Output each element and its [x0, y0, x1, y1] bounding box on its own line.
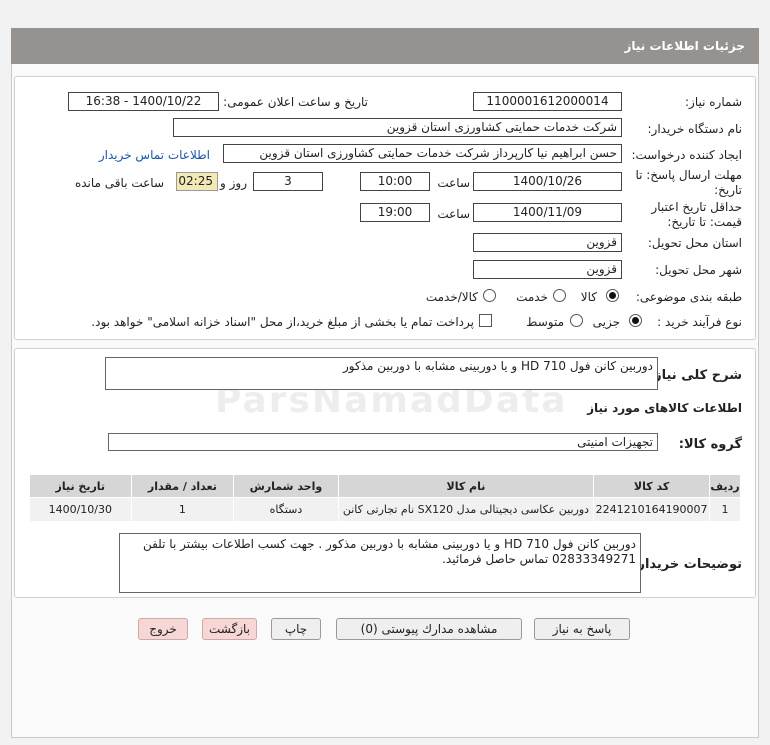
buyer-notes-field: دوربين كانن فول HD 710 و يا دوربينی مشاب… [119, 533, 641, 593]
city-label: شهر محل تحويل: [655, 263, 742, 277]
province-label: استان محل تحويل: [647, 236, 742, 250]
process-radio-medium[interactable] [570, 314, 583, 327]
cell-code: 2241210164190007 [593, 497, 711, 522]
category-radio-goods-service[interactable] [483, 289, 496, 302]
goods-table: رديف كد كالا نام كالا واحد شمارش تعداد /… [29, 474, 741, 522]
back-button[interactable]: بازگشت [202, 618, 257, 640]
deadline-date-field: 1400/10/26 [473, 172, 622, 191]
category-option-goods-service: كالا/خدمت [425, 290, 478, 304]
buyer-label: نام دستگاه خريدار: [647, 122, 743, 136]
exit-button[interactable]: خروج [138, 618, 188, 640]
city-field: قزوين [473, 260, 622, 279]
col-code-header: كد كالا [593, 474, 711, 498]
remaining-time-field: 17:02:25 [176, 172, 218, 191]
cell-date: 1400/10/30 [29, 497, 132, 522]
days-field: 3 [253, 172, 323, 191]
attachments-button[interactable]: مشاهده مدارك پيوستی (0) [336, 618, 522, 640]
process-label: نوع فرآيند خريد : [657, 315, 742, 329]
cell-unit: دستگاه [233, 497, 339, 522]
deadline-label: مهلت ارسال پاسخ: تا تاريخ: [635, 168, 742, 198]
col-date-header: تاريخ نياز [29, 474, 132, 498]
deadline-time-field: 10:00 [360, 172, 430, 191]
buyer-field: شركت خدمات حمايتی كشاورزی استان قزوين [173, 118, 622, 137]
validity-label-line1: حداقل تاريخ اعتبار [651, 200, 742, 214]
contact-buyer-link[interactable]: اطلاعات تماس خريدار [99, 148, 210, 162]
deadline-label-line2: تاريخ: [714, 183, 742, 197]
table-row: 1 2241210164190007 دوربين عكاسی ديجيتالی… [29, 497, 741, 522]
days-label: روز و [220, 176, 247, 190]
category-radio-service[interactable] [553, 289, 566, 302]
col-qty-header: تعداد / مقدار [130, 474, 235, 498]
need-number-field: 1100001612000014 [473, 92, 622, 111]
announce-label: تاريخ و ساعت اعلان عمومی: [223, 95, 368, 109]
summary-field: دوربين كانن فول HD 710 و يا دوربينی مشاب… [105, 357, 658, 390]
need-number-label: شماره نياز: [685, 95, 742, 109]
buyer-notes-label: توضيحات خريدار: [632, 557, 742, 572]
payment-note: پرداخت تمام يا بخشی از مبلغ خريد،از محل … [91, 315, 474, 329]
goods-section-title: اطلاعات كالاهای مورد نياز [587, 401, 742, 415]
validity-label-line2: قيمت: تا تاريخ: [667, 215, 742, 229]
announce-field: 1400/10/22 - 16:38 [68, 92, 219, 111]
process-option-minor: جزيی [592, 315, 620, 329]
print-button[interactable]: چاپ [271, 618, 321, 640]
creator-label: ايجاد كننده درخواست: [631, 148, 742, 162]
reply-button[interactable]: پاسخ به نياز [534, 618, 630, 640]
category-option-service: خدمت [516, 290, 548, 304]
category-option-goods: كالا [580, 290, 597, 304]
creator-field: حسن ابراهيم نيا كارپرداز شركت خدمات حماي… [223, 144, 622, 163]
cell-qty: 1 [130, 497, 235, 522]
page-title: جزئيات اطلاعات نياز [11, 28, 759, 64]
goods-group-field: تجهيزات امنيتی [108, 433, 658, 451]
deadline-label-line1: مهلت ارسال پاسخ: تا [635, 168, 742, 182]
cell-name: دوربين عكاسی ديجيتالی مدل SX120 نام تجار… [337, 497, 595, 522]
validity-hour-label: ساعت [437, 207, 470, 221]
col-row-header: رديف [709, 474, 741, 498]
province-field: قزوين [473, 233, 622, 252]
deadline-hour-label: ساعت [437, 176, 470, 190]
table-header-row: رديف كد كالا نام كالا واحد شمارش تعداد /… [29, 474, 741, 498]
cell-row: 1 [709, 497, 741, 522]
summary-label: شرح كلی نياز: [648, 368, 742, 383]
col-name-header: نام كالا [337, 474, 595, 498]
process-radio-minor[interactable] [629, 314, 642, 327]
remaining-label: ساعت باقی مانده [74, 176, 164, 190]
category-radio-goods[interactable] [606, 289, 619, 302]
validity-date-field: 1400/11/09 [473, 203, 622, 222]
process-option-medium: متوسط [526, 315, 564, 329]
validity-time-field: 19:00 [360, 203, 430, 222]
validity-label: حداقل تاريخ اعتبار قيمت: تا تاريخ: [651, 200, 742, 230]
col-unit-header: واحد شمارش [233, 474, 339, 498]
goods-group-label: گروه كالا: [678, 437, 742, 452]
treasury-checkbox[interactable] [479, 314, 492, 327]
category-label: طبقه بندی موضوعی: [635, 290, 742, 304]
